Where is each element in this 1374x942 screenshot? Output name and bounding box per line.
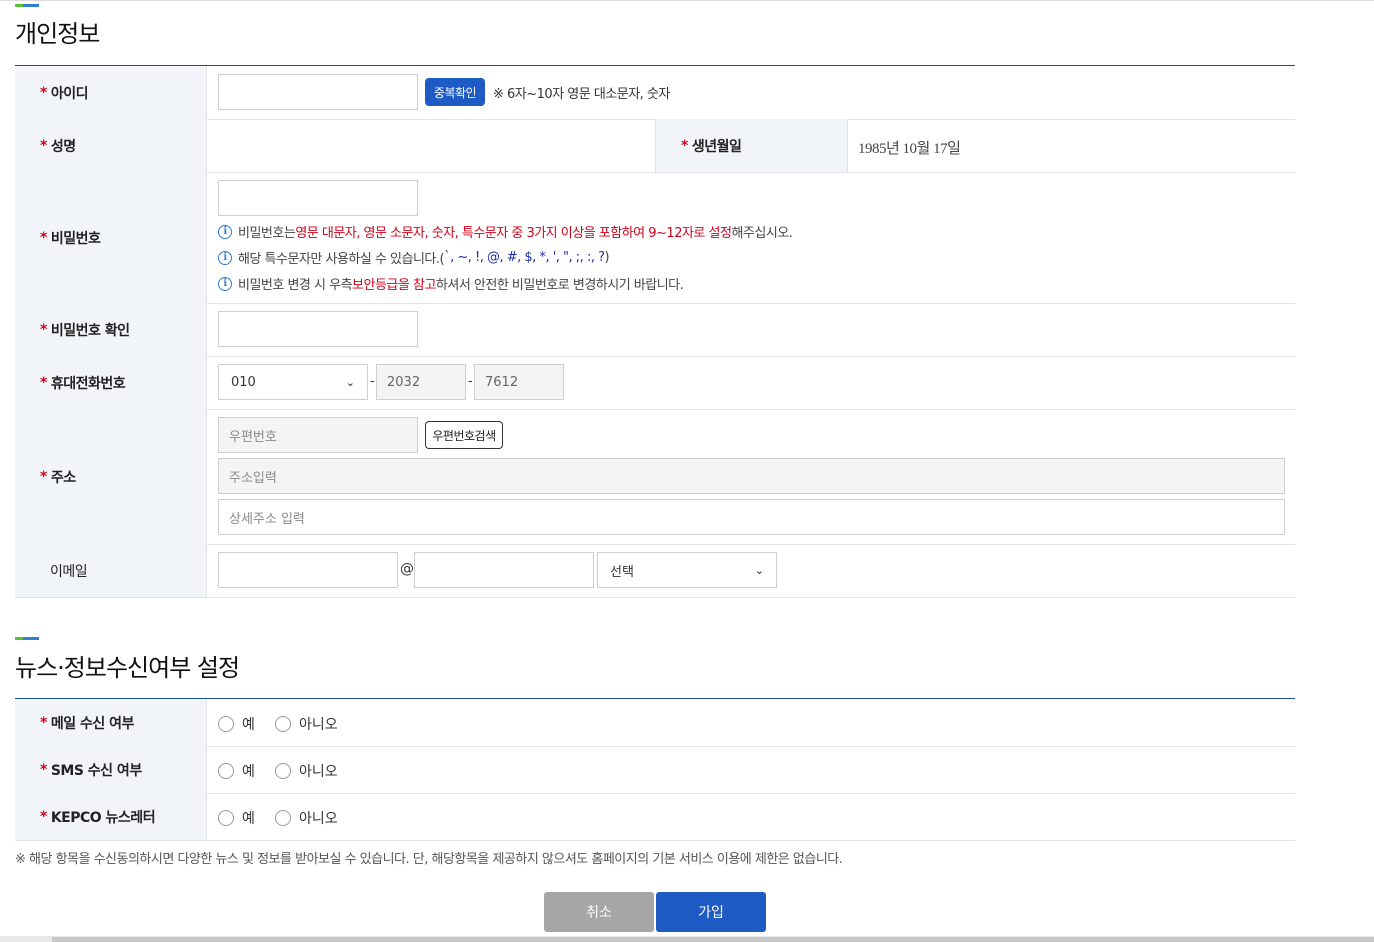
label-password-confirm: * 비밀번호 확인	[15, 303, 207, 356]
row-sms-consent: * SMS 수신 여부 예 아니오	[15, 746, 1295, 794]
newsletter-consent-yes-radio[interactable]: 예	[218, 808, 255, 828]
label-mail-consent: * 메일 수신 여부	[15, 699, 207, 746]
phone-last-input[interactable]: 7612	[474, 364, 564, 400]
chevron-down-icon: ⌄	[345, 375, 355, 389]
row-password-confirm: * 비밀번호 확인	[15, 303, 1295, 357]
row-password: * 비밀번호 i 비밀번호는 영문 대문자, 영문 소문자, 숫자, 특수문자 중…	[15, 172, 1295, 304]
row-id: * 아이디 중복확인 ※ 6자~10자 영문 대소문자, 숫자	[15, 66, 1295, 120]
password-info-1: i 비밀번호는 영문 대문자, 영문 소문자, 숫자, 특수문자 중 3가지 이…	[218, 222, 793, 241]
row-mail-consent: * 메일 수신 여부 예 아니오	[15, 699, 1295, 747]
radio-circle	[275, 716, 291, 732]
row-name: * 성명 * 생년월일 1985년 10월 17일	[15, 119, 1295, 173]
row-phone: * 휴대전화번호 010 ⌄ - 2032 - 7612	[15, 356, 1295, 410]
section-title-consent: 뉴스·정보수신여부 설정	[15, 654, 240, 682]
phone-separator: -	[370, 374, 375, 389]
phone-middle-input[interactable]: 2032	[376, 364, 466, 400]
chevron-down-icon: ⌄	[754, 563, 764, 577]
duplicate-check-button[interactable]: 중복확인	[425, 78, 485, 106]
scrollbar-thumb[interactable]	[52, 937, 1374, 942]
label-id: * 아이디	[15, 66, 207, 119]
personal-info-table: * 아이디 중복확인 ※ 6자~10자 영문 대소문자, 숫자 * 성명 * 생년월일…	[15, 65, 1295, 598]
phone-prefix-select[interactable]: 010 ⌄	[218, 364, 368, 400]
section-title-personal-info: 개인정보	[15, 20, 100, 48]
label-password: * 비밀번호	[15, 172, 207, 303]
info-icon: i	[218, 276, 232, 291]
id-input[interactable]	[218, 74, 418, 110]
email-id-input[interactable]	[218, 552, 398, 588]
radio-circle	[218, 810, 234, 826]
password-info-3: i 비밀번호 변경 시 우측 보안등급을 참고 하셔서 안전한 비밀번호로 변경하…	[218, 274, 684, 293]
label-sms-consent: * SMS 수신 여부	[15, 746, 207, 793]
row-address: * 주소 우편번호 우편번호검색 주소입력 상세주소 입력	[15, 409, 1295, 545]
row-email: 이메일 @ 선택 ⌄	[15, 544, 1295, 598]
radio-circle	[275, 763, 291, 779]
email-domain-input[interactable]	[414, 552, 594, 588]
info-icon: i	[218, 250, 232, 265]
label-email: 이메일	[15, 544, 207, 597]
label-phone: * 휴대전화번호	[15, 356, 207, 409]
id-hint: ※ 6자~10자 영문 대소문자, 숫자	[493, 87, 670, 102]
consent-table: * 메일 수신 여부 예 아니오 * SMS 수신 여부 예 아니오 * KEPCO …	[15, 698, 1295, 841]
section-marker	[15, 637, 39, 640]
email-domain-select[interactable]: 선택 ⌄	[597, 552, 777, 588]
top-border	[0, 0, 1374, 1]
sms-consent-no-radio[interactable]: 아니오	[275, 761, 338, 781]
info-icon: i	[218, 224, 232, 239]
address-input[interactable]: 주소입력	[218, 458, 1285, 494]
sms-consent-yes-radio[interactable]: 예	[218, 761, 255, 781]
radio-circle	[218, 763, 234, 779]
mail-consent-no-radio[interactable]: 아니오	[275, 714, 338, 734]
section-marker	[15, 4, 39, 7]
label-name: * 성명	[15, 119, 207, 172]
horizontal-scrollbar[interactable]	[0, 936, 1374, 942]
row-newsletter-consent: * KEPCO 뉴스레터 예 아니오	[15, 793, 1295, 841]
newsletter-consent-no-radio[interactable]: 아니오	[275, 808, 338, 828]
password-confirm-input[interactable]	[218, 311, 418, 347]
radio-circle	[218, 716, 234, 732]
label-birth: * 생년월일	[655, 119, 848, 172]
label-newsletter-consent: * KEPCO 뉴스레터	[15, 793, 207, 840]
phone-separator: -	[468, 374, 473, 389]
join-button[interactable]: 가입	[656, 892, 766, 932]
zipcode-input[interactable]: 우편번호	[218, 417, 418, 453]
zipcode-search-button[interactable]: 우편번호검색	[425, 421, 503, 449]
password-info-2: i 해당 특수문자만 사용하실 수 있습니다.( `, ~, !, @, #, …	[218, 248, 610, 267]
cancel-button[interactable]: 취소	[544, 892, 654, 932]
mail-consent-yes-radio[interactable]: 예	[218, 714, 255, 734]
label-address: * 주소	[15, 409, 207, 544]
consent-footnote: ※ 해당 항목을 수신동의하시면 다양한 뉴스 및 정보를 받아보실 수 있습니…	[15, 852, 843, 867]
address-detail-input[interactable]: 상세주소 입력	[218, 499, 1285, 535]
radio-circle	[275, 810, 291, 826]
password-input[interactable]	[218, 180, 418, 216]
birth-value: 1985년 10월 17일	[858, 141, 961, 157]
email-at-sign: @	[400, 561, 414, 577]
